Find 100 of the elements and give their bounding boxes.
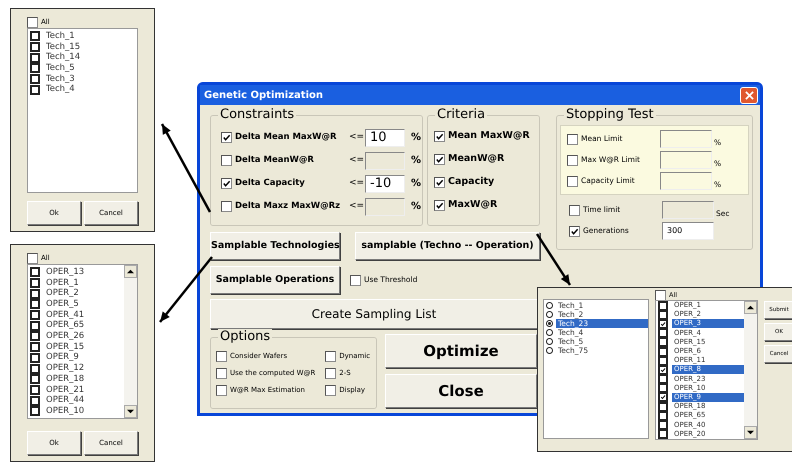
- list-item: OPER_1: [46, 276, 79, 288]
- checkbox[interactable]: [658, 420, 668, 430]
- checkbox[interactable]: [30, 74, 40, 84]
- check-icon: [660, 366, 666, 373]
- optimize-button[interactable]: Optimize: [385, 334, 537, 368]
- checkbox[interactable]: [30, 267, 40, 278]
- radio-button[interactable]: [546, 311, 553, 318]
- scroll-up-icon[interactable]: [124, 265, 137, 278]
- list-item: OPER_26: [46, 330, 84, 342]
- checkbox[interactable]: [658, 410, 668, 421]
- checkbox[interactable]: [567, 154, 578, 166]
- checkbox[interactable]: [30, 331, 40, 342]
- arrow: [536, 233, 572, 286]
- create-sampling-list-button[interactable]: Create Sampling List: [210, 299, 538, 329]
- checkbox[interactable]: [30, 84, 40, 95]
- list-item: OPER_44: [46, 394, 84, 406]
- list-item: OPER_41: [46, 308, 84, 320]
- checkbox-label: Mean MaxW@R: [448, 128, 530, 143]
- checkbox[interactable]: [30, 342, 40, 352]
- input-field[interactable]: -10: [365, 174, 405, 192]
- check-icon: [660, 394, 666, 400]
- input-field[interactable]: [662, 201, 714, 219]
- list-item: OPER_18: [46, 372, 84, 386]
- checkbox[interactable]: [30, 320, 40, 331]
- checkbox[interactable]: [434, 130, 445, 142]
- checkbox[interactable]: [221, 132, 232, 143]
- checkbox[interactable]: [30, 278, 40, 288]
- close-button[interactable]: [740, 86, 758, 104]
- checkbox[interactable]: [658, 337, 668, 348]
- radio-button[interactable]: [546, 338, 553, 345]
- checkbox[interactable]: [569, 226, 580, 236]
- checkbox[interactable]: [30, 42, 40, 52]
- checkbox[interactable]: [30, 384, 40, 395]
- list-item: OPER_2: [46, 287, 79, 300]
- checkbox[interactable]: [221, 178, 232, 189]
- checkbox[interactable]: [658, 356, 668, 366]
- scroll-down-icon[interactable]: [124, 405, 137, 418]
- input-field[interactable]: [365, 152, 405, 170]
- radio-button[interactable]: [546, 329, 553, 336]
- scroll-down-icon[interactable]: [744, 426, 757, 439]
- checkbox[interactable]: [658, 429, 668, 440]
- checkbox[interactable]: [567, 176, 578, 186]
- checkbox[interactable]: [325, 368, 336, 379]
- input-field[interactable]: [365, 198, 405, 216]
- radio-button[interactable]: [546, 347, 553, 354]
- radio-button[interactable]: [546, 302, 553, 309]
- checkbox[interactable]: [216, 368, 227, 379]
- input-field[interactable]: [660, 130, 712, 148]
- checkbox[interactable]: [658, 300, 668, 311]
- checkbox[interactable]: [30, 364, 40, 374]
- checkbox[interactable]: [30, 352, 40, 363]
- checkbox[interactable]: [30, 288, 40, 299]
- checkbox[interactable]: [655, 290, 666, 301]
- scrollbar[interactable]: [744, 301, 757, 439]
- check-icon: [435, 200, 444, 210]
- samplable-operations-button[interactable]: Samplable Operations: [210, 266, 340, 294]
- checkbox[interactable]: [567, 134, 578, 144]
- checkbox[interactable]: [325, 351, 336, 362]
- checkbox[interactable]: [658, 402, 668, 412]
- checkbox[interactable]: [27, 252, 38, 264]
- checkbox[interactable]: [350, 274, 361, 286]
- input-field[interactable]: [660, 172, 712, 190]
- samplable-technologies-button[interactable]: Samplable Technologies: [210, 232, 340, 260]
- checkbox[interactable]: [216, 385, 227, 396]
- checkbox[interactable]: [658, 346, 668, 357]
- checkbox[interactable]: [30, 63, 40, 74]
- checkbox[interactable]: [658, 374, 668, 384]
- input-field[interactable]: 300: [662, 222, 714, 240]
- checkbox[interactable]: [30, 31, 40, 42]
- checkbox[interactable]: [30, 406, 40, 416]
- close-icon: [744, 90, 754, 100]
- checkbox[interactable]: [658, 392, 668, 402]
- scrollbar[interactable]: [124, 265, 137, 418]
- checkbox[interactable]: [658, 328, 668, 338]
- checkbox[interactable]: [30, 396, 40, 406]
- checkbox[interactable]: [658, 364, 668, 375]
- checkbox[interactable]: [434, 154, 445, 164]
- checkbox[interactable]: [434, 200, 445, 210]
- scroll-up-icon[interactable]: [744, 301, 757, 314]
- checkbox[interactable]: [658, 318, 668, 329]
- checkbox[interactable]: [30, 299, 40, 310]
- input-field[interactable]: 10: [365, 128, 405, 146]
- checkbox[interactable]: [216, 351, 227, 362]
- checkbox[interactable]: [221, 155, 232, 166]
- checkbox[interactable]: [27, 16, 38, 28]
- checkbox[interactable]: [30, 52, 40, 63]
- checkbox[interactable]: [30, 310, 40, 320]
- checkbox[interactable]: [658, 383, 668, 394]
- checkbox[interactable]: [30, 374, 40, 384]
- checkbox[interactable]: [221, 201, 232, 212]
- checkbox[interactable]: [658, 310, 668, 320]
- input-field[interactable]: [660, 151, 712, 169]
- list-item: OPER_13: [46, 266, 84, 278]
- close-dialog-button[interactable]: Close: [385, 374, 537, 408]
- list-item: OPER_9: [46, 351, 79, 364]
- radio-button[interactable]: [546, 320, 553, 327]
- checkbox[interactable]: [569, 204, 580, 216]
- samplable-techno-operation-button[interactable]: samplable (Techno -- Operation): [355, 232, 540, 260]
- checkbox[interactable]: [325, 385, 336, 396]
- checkbox[interactable]: [434, 176, 445, 188]
